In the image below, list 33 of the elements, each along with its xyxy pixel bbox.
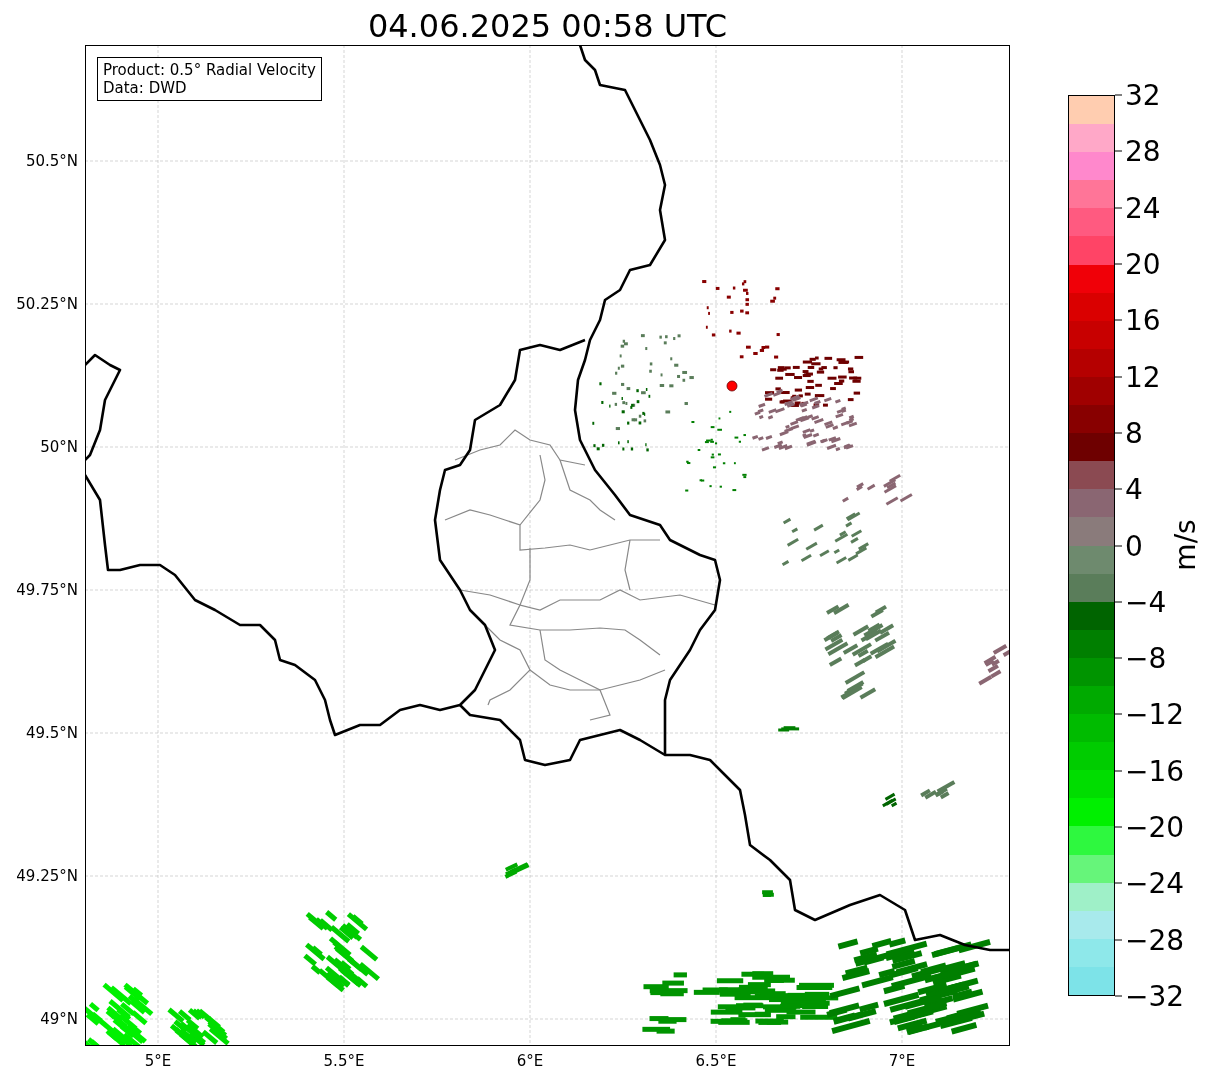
color-bar-tick-label: −8 — [1125, 641, 1167, 675]
axis-tick-label: 50.5°N — [25, 152, 78, 170]
color-bar-tick-label: 0 — [1125, 529, 1143, 562]
color-bar-tick-label: 12 — [1125, 360, 1161, 394]
axis-tick-label: 5.5°E — [323, 1052, 365, 1070]
color-bar-tick-label: 4 — [1125, 472, 1143, 506]
axis-tick-label: 50°N — [40, 438, 78, 456]
color-bar-tick-label: −28 — [1125, 923, 1185, 957]
legend-text: Product: 0.5° Radial Velocity — [103, 61, 316, 79]
color-bar-tick-label: 20 — [1125, 247, 1161, 281]
chart-title: 04.06.2025 00:58 UTC — [366, 6, 729, 45]
axis-tick-label: 7°E — [888, 1052, 916, 1070]
axis-tick-label: 49.75°N — [16, 581, 78, 599]
color-bar-tick-label: 24 — [1125, 191, 1161, 225]
color-bar-tick-label: −32 — [1125, 979, 1185, 1013]
legend-text: Data: DWD — [103, 79, 188, 97]
color-bar-tick-label: 28 — [1125, 134, 1161, 168]
color-bar-label: m/s — [1168, 519, 1202, 571]
axis-tick-label: 49.5°N — [25, 724, 78, 742]
axis-tick-label: 6°E — [516, 1052, 544, 1070]
color-bar-tick-label: 32 — [1125, 78, 1161, 112]
axis-tick-label: 49.25°N — [16, 867, 78, 885]
color-bar-tick-label: −20 — [1125, 810, 1185, 844]
color-bar-tick-label: −4 — [1125, 585, 1167, 619]
color-bar-tick-label: −16 — [1125, 754, 1185, 788]
color-bar-tick-label: 8 — [1125, 416, 1143, 450]
color-bar-tick-label: −24 — [1125, 866, 1185, 900]
axis-tick-label: 5°E — [144, 1052, 172, 1070]
axis-tick-label: 49°N — [40, 1010, 78, 1028]
color-bar-tick-label: 16 — [1125, 303, 1161, 337]
color-bar-tick-label: −12 — [1125, 697, 1185, 731]
axis-tick-label: 6.5°E — [695, 1052, 737, 1070]
axis-tick-label: 50.25°N — [16, 295, 78, 313]
